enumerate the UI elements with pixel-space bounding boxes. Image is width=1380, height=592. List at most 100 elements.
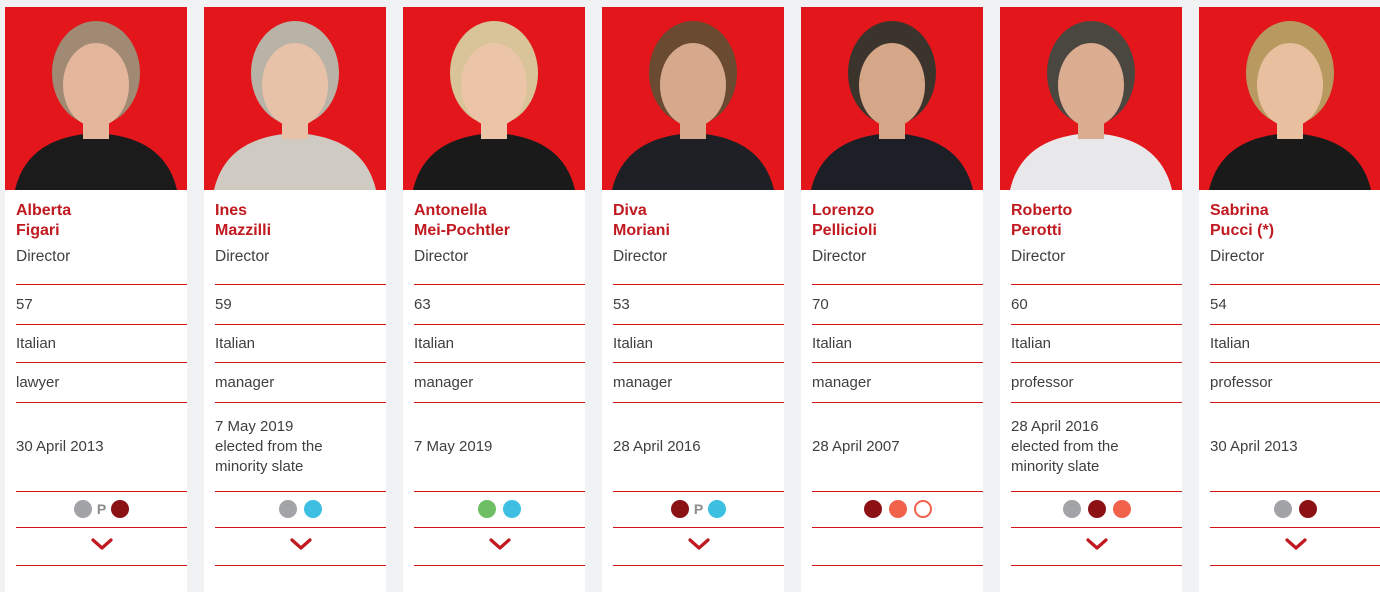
- director-nationality: Italian: [1210, 334, 1251, 352]
- appointment-date: 7 May 2019 elected from the minority slate: [215, 403, 386, 491]
- director-nationality: Italian: [1011, 334, 1052, 352]
- appointment-line: 28 April 2016: [613, 438, 701, 455]
- checkmark-icon: [289, 537, 312, 556]
- appointment-date: 7 May 2019: [414, 403, 585, 491]
- director-name: Alberta Figari: [16, 201, 187, 241]
- committee-dot-blue: [503, 500, 521, 518]
- appointment-line: elected from the: [1011, 438, 1119, 455]
- appointment-line: 30 April 2013: [16, 438, 104, 455]
- committee-dot-blue: [304, 500, 322, 518]
- committee-dot-darkred: [670, 500, 689, 518]
- director-last-name: Moriani: [613, 222, 670, 239]
- appointment-date: 28 April 2016: [613, 403, 784, 491]
- independence-check: [1011, 528, 1182, 564]
- director-age: 54: [1210, 295, 1227, 313]
- director-role: Director: [16, 248, 71, 265]
- checkmark-icon: [1284, 537, 1307, 556]
- portrait-photo: [602, 7, 784, 190]
- portrait-photo: [1000, 7, 1182, 190]
- director-first-name: Sabrina: [1210, 202, 1269, 219]
- appointment-line: minority slate: [215, 458, 304, 475]
- director-nationality: Italian: [613, 334, 654, 352]
- row-divider: [613, 565, 784, 566]
- director-first-name: Antonella: [414, 202, 487, 219]
- director-age: 63: [414, 295, 431, 313]
- president-marker: P: [96, 501, 107, 517]
- director-nationality: Italian: [414, 334, 455, 352]
- appointment-date: 28 April 2016 elected from the minority sl…: [1011, 403, 1182, 491]
- director-last-name: Pucci (*): [1210, 222, 1275, 239]
- appointment-date: 30 April 2013: [1210, 403, 1380, 491]
- director-name: Antonella Mei-Pochtler: [414, 201, 585, 241]
- committee-dot-darkred: [111, 500, 130, 518]
- committee-dot-green: [478, 500, 496, 518]
- director-card: Lorenzo Pellicioli Director 70 Italian manage…: [801, 7, 983, 592]
- director-name: Lorenzo Pellicioli: [812, 201, 983, 241]
- director-card: Roberto Perotti Director 60 Italian professor…: [1000, 7, 1182, 592]
- director-profession: manager: [215, 373, 275, 391]
- director-nationality: Italian: [16, 334, 57, 352]
- director-last-name: Pellicioli: [812, 222, 877, 239]
- committee-dot-outline-orange: [913, 500, 932, 518]
- row-divider: [215, 565, 386, 566]
- director-name: Diva Moriani: [613, 201, 784, 241]
- independence-check: [812, 528, 983, 564]
- director-profession: professor: [1210, 373, 1273, 391]
- director-role: Director: [613, 248, 668, 265]
- director-first-name: Diva: [613, 202, 647, 219]
- committee-indicators: P: [613, 492, 784, 526]
- committee-dot-orange: [1112, 500, 1131, 518]
- committee-indicators: [812, 492, 983, 526]
- director-age: 70: [812, 295, 829, 313]
- committee-indicators: [414, 492, 585, 526]
- director-role: Director: [215, 248, 270, 265]
- director-name: Ines Mazzilli: [215, 201, 386, 241]
- director-name: Roberto Perotti: [1011, 201, 1182, 241]
- row-divider: [16, 565, 187, 566]
- row-divider: [812, 565, 983, 566]
- portrait-photo: [1199, 7, 1380, 190]
- director-first-name: Ines: [215, 202, 248, 219]
- director-role: Director: [1011, 248, 1066, 265]
- committee-dot-darkred: [863, 500, 882, 518]
- checkmark-icon: [687, 537, 710, 556]
- checkmark-icon: [1085, 537, 1108, 556]
- checkmark-icon: [90, 537, 113, 556]
- director-card: Diva Moriani Director 53 Italian manager 28 Ap…: [602, 7, 784, 592]
- director-age: 59: [215, 295, 232, 313]
- director-last-name: Figari: [16, 222, 60, 239]
- committee-dot-grey: [1062, 500, 1081, 518]
- director-age: 53: [613, 295, 630, 313]
- director-first-name: Alberta: [16, 202, 72, 219]
- committee-dot-darkred: [1299, 500, 1317, 518]
- director-role: Director: [1210, 248, 1265, 265]
- appointment-line: minority slate: [1011, 458, 1100, 475]
- committee-indicators: [1210, 492, 1380, 526]
- director-name: Sabrina Pucci (*): [1210, 201, 1380, 241]
- director-card: Sabrina Pucci (*) Director 54 Italian profess…: [1199, 7, 1380, 592]
- director-age: 57: [16, 295, 33, 313]
- appointment-date: 30 April 2013: [16, 403, 187, 491]
- independence-check: [613, 528, 784, 564]
- portrait-photo: [801, 7, 983, 190]
- appointment-line: 7 May 2019: [414, 438, 493, 455]
- director-last-name: Mei-Pochtler: [414, 222, 511, 239]
- row-divider: [1210, 565, 1380, 566]
- director-profession: professor: [1011, 373, 1074, 391]
- committee-dot-grey: [279, 500, 297, 518]
- director-profession: lawyer: [16, 373, 60, 391]
- committee-dot-darkred: [1087, 500, 1106, 518]
- director-profession: manager: [812, 373, 872, 391]
- independence-check: [16, 528, 187, 564]
- committee-dot-blue: [708, 500, 727, 518]
- independence-check: [215, 528, 386, 564]
- director-role: Director: [414, 248, 469, 265]
- appointment-line: elected from the: [215, 438, 323, 455]
- appointment-line: 28 April 2016: [1011, 418, 1099, 435]
- committee-dot-grey: [73, 500, 92, 518]
- appointment-line: 7 May 2019: [215, 418, 294, 435]
- committee-dot-orange: [888, 500, 907, 518]
- portrait-photo: [5, 7, 187, 190]
- appointment-line: 28 April 2007: [812, 438, 900, 455]
- director-first-name: Lorenzo: [812, 202, 875, 219]
